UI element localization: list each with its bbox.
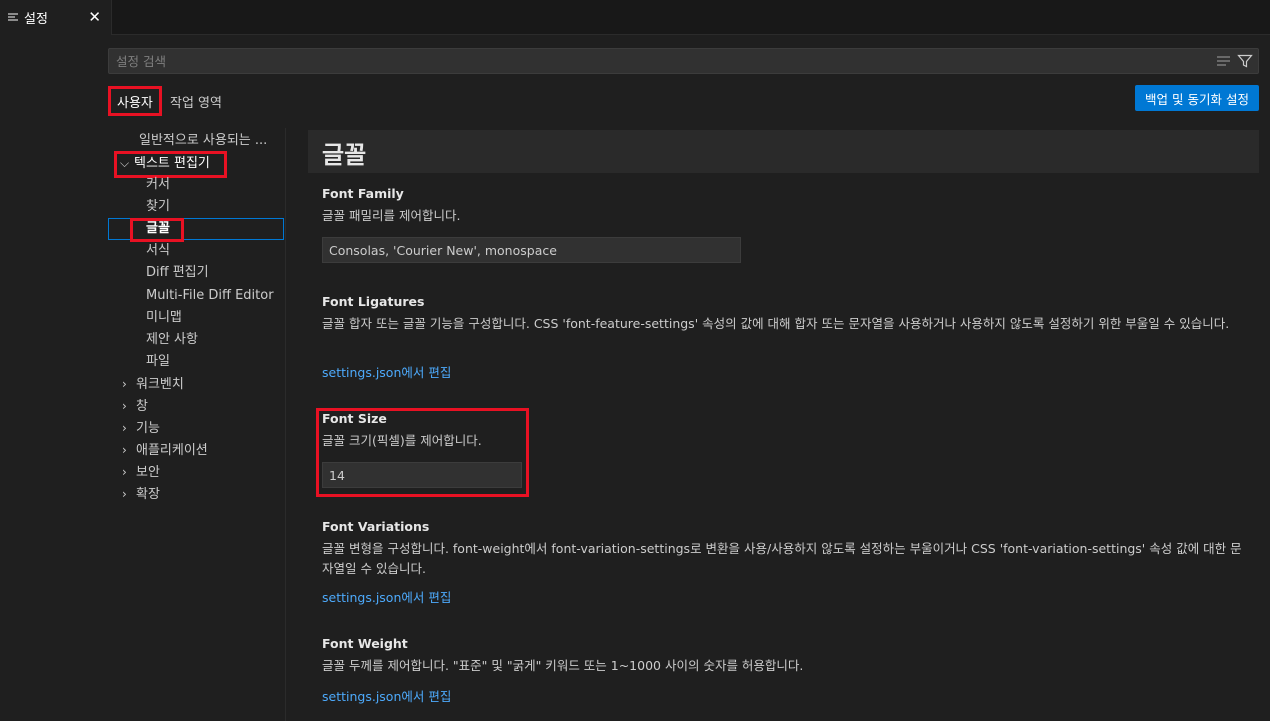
toc-divider	[285, 128, 286, 721]
setting-desc-font-variations: 글꼴 변형을 구성합니다. font-weight에서 font-variati…	[322, 541, 1242, 576]
toc-item-minimap[interactable]: 미니맵	[146, 307, 182, 329]
toc-item-font[interactable]: 글꼴	[146, 218, 170, 240]
settings-search	[108, 48, 1259, 74]
toc-item-label: 확장	[136, 487, 160, 502]
toc-item-text-editor[interactable]: ⌵ 텍스트 편집기	[120, 152, 210, 174]
close-icon[interactable]: ✕	[88, 9, 101, 25]
setting-desc-font-weight: 글꼴 두께를 제어합니다. "표준" 및 "굵게" 키워드 또는 1~1000 …	[322, 658, 804, 673]
toc-item-find[interactable]: 찾기	[146, 196, 170, 218]
setting-title-font-size: Font Size	[322, 411, 387, 426]
toc-item-workbench[interactable]: › 워크벤치	[122, 373, 184, 395]
edit-in-settings-json-link[interactable]: settings.json에서 편집	[322, 686, 451, 705]
edit-in-settings-json-link[interactable]: settings.json에서 편집	[322, 587, 451, 606]
font-family-input[interactable]	[322, 237, 741, 263]
tab-settings-label: 설정	[24, 12, 48, 27]
toc-item-security[interactable]: › 보안	[122, 461, 160, 483]
backup-sync-button[interactable]: 백업 및 동기화 설정	[1135, 85, 1259, 111]
settings-lines-icon	[8, 12, 20, 23]
setting-title-font-family: Font Family	[322, 186, 404, 201]
filter-icon[interactable]	[1237, 53, 1253, 73]
setting-desc-font-size: 글꼴 크기(픽셀)를 제어합니다.	[322, 433, 482, 448]
font-size-input[interactable]	[322, 462, 522, 488]
chevron-right-icon: ›	[122, 487, 127, 501]
setting-title-font-variations: Font Variations	[322, 519, 430, 534]
section-header: 글꼴	[308, 130, 1259, 173]
toc-item-multi-file-diff[interactable]: Multi-File Diff Editor	[146, 285, 274, 307]
chevron-right-icon: ›	[122, 399, 127, 413]
toc-item-label: 워크벤치	[136, 377, 184, 392]
toc-item-label: 텍스트 편집기	[134, 156, 210, 171]
chevron-right-icon: ›	[122, 421, 127, 435]
tab-bar: 설정 ✕	[0, 0, 1270, 35]
toc-item-features[interactable]: › 기능	[122, 417, 160, 439]
toc-item-application[interactable]: › 애플리케이션	[122, 439, 208, 461]
setting-title-font-weight: Font Weight	[322, 636, 408, 651]
chevron-right-icon: ›	[122, 443, 127, 457]
chevron-right-icon: ›	[122, 465, 127, 479]
tab-settings[interactable]: 설정 ✕	[0, 0, 112, 35]
clear-filter-icon[interactable]	[1216, 54, 1232, 72]
section-title: 글꼴	[322, 141, 367, 169]
toc-item-files[interactable]: 파일	[146, 351, 170, 373]
toc-item-format[interactable]: 서식	[146, 240, 170, 262]
toc-item-window[interactable]: › 창	[122, 395, 148, 417]
toc-item-diff-editor[interactable]: Diff 편집기	[146, 262, 209, 284]
toc-item-suggestions[interactable]: 제안 사항	[146, 329, 198, 351]
toc-item-extensions[interactable]: › 확장	[122, 483, 160, 505]
setting-desc-font-ligatures: 글꼴 합자 또는 글꼴 기능을 구성합니다. CSS 'font-feature…	[322, 316, 1230, 331]
scope-tab-user[interactable]: 사용자	[108, 86, 162, 116]
toc-item-label: 애플리케이션	[136, 443, 208, 458]
toc-item-label: 보안	[136, 465, 160, 480]
chevron-down-icon: ⌵	[120, 156, 130, 170]
toc-item-label: 창	[136, 399, 148, 414]
toc-item-cursor[interactable]: 커서	[146, 174, 170, 196]
edit-in-settings-json-link[interactable]: settings.json에서 편집	[322, 362, 451, 381]
scope-tab-workspace[interactable]: 작업 영역	[170, 86, 222, 116]
search-input[interactable]	[109, 49, 1189, 73]
setting-title-font-ligatures: Font Ligatures	[322, 294, 425, 309]
chevron-right-icon: ›	[122, 377, 127, 391]
toc-item-common[interactable]: 일반적으로 사용되는 ...	[139, 130, 267, 152]
setting-desc-font-family: 글꼴 패밀리를 제어합니다.	[322, 208, 461, 223]
toc-item-label: 기능	[136, 421, 160, 436]
